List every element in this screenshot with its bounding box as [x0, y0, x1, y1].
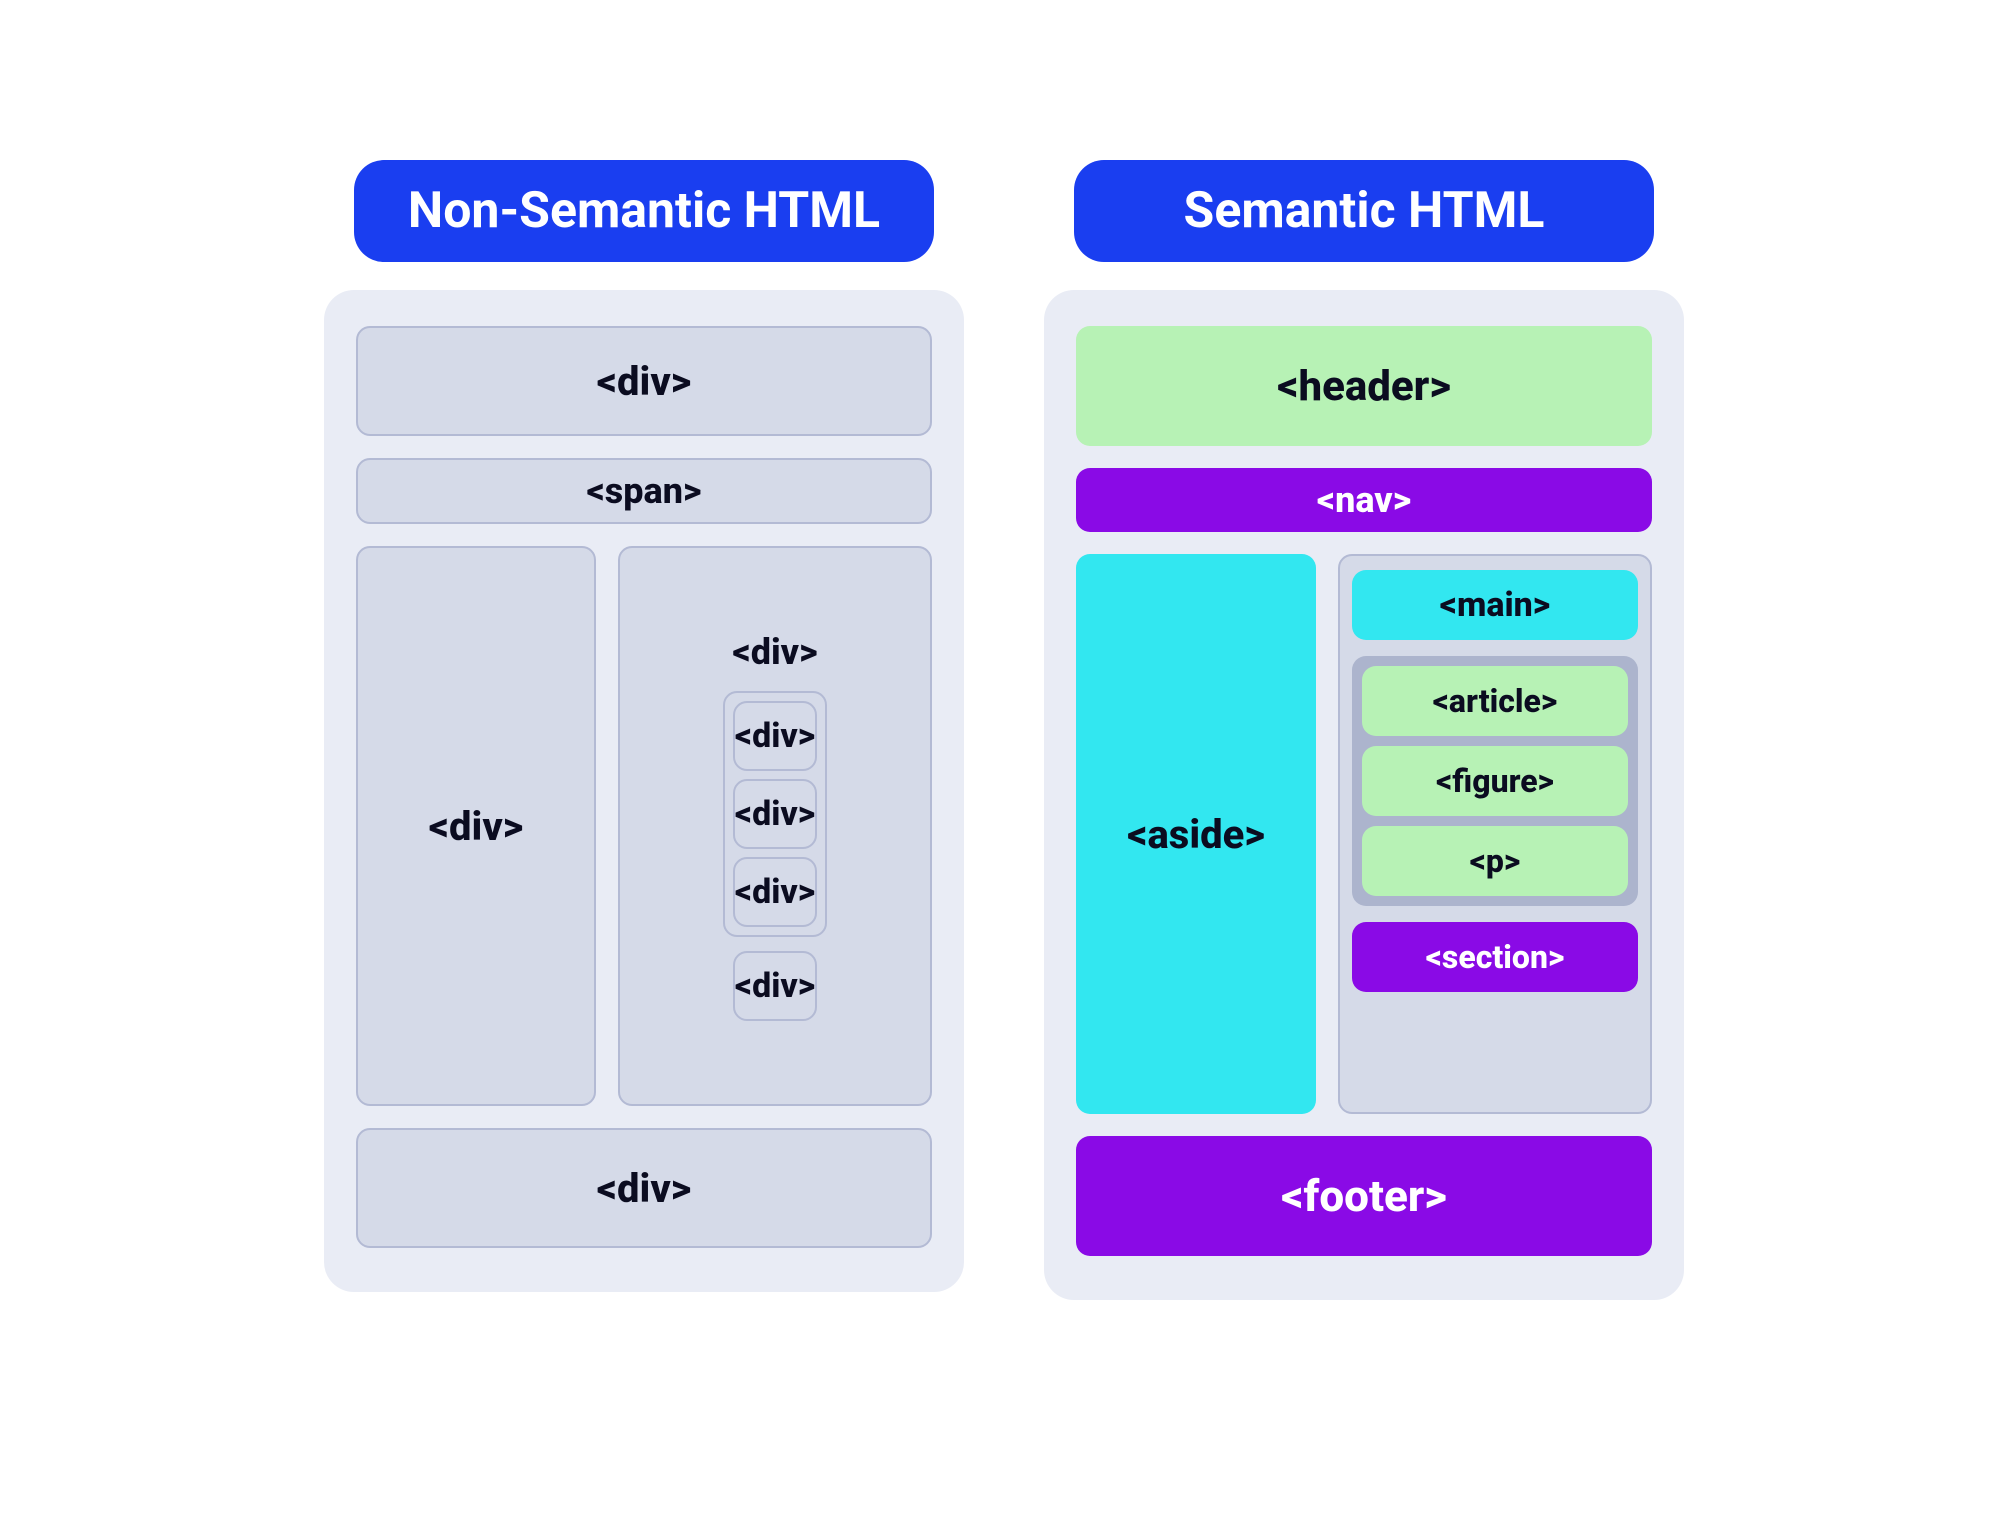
ns-inner-div-3: <div>: [733, 857, 818, 927]
semantic-title: Semantic HTML: [1074, 160, 1654, 262]
ns-span-box: <span>: [356, 458, 932, 524]
non-semantic-panel: <div> <span> <div> <div> <div> <div> <di…: [324, 290, 964, 1292]
s-article-box: <article>: [1362, 666, 1628, 736]
s-article-group: <article> <figure> <p>: [1352, 656, 1638, 906]
s-section-box: <section>: [1352, 922, 1638, 992]
ns-after-group-div: <div>: [733, 951, 818, 1021]
s-right-container: <main> <article> <figure> <p> <section>: [1338, 554, 1652, 1114]
s-aside-box: <aside>: [1076, 554, 1316, 1114]
ns-right-title: <div>: [732, 631, 817, 673]
s-header-box: <header>: [1076, 326, 1652, 446]
semantic-column: Semantic HTML <header> <nav> <aside> <ma…: [1044, 160, 1684, 1300]
ns-inner-div-2: <div>: [733, 779, 818, 849]
ns-aside-div: <div>: [356, 546, 596, 1106]
s-p-box: <p>: [1362, 826, 1628, 896]
s-mid-row: <aside> <main> <article> <figure> <p> <s…: [1076, 554, 1652, 1114]
s-nav-box: <nav>: [1076, 468, 1652, 532]
s-footer-box: <footer>: [1076, 1136, 1652, 1256]
ns-footer-div: <div>: [356, 1128, 932, 1248]
ns-right-container: <div> <div> <div> <div> <div>: [618, 546, 932, 1106]
ns-inner-div-1: <div>: [733, 701, 818, 771]
s-main-box: <main>: [1352, 570, 1638, 640]
ns-inner-group: <div> <div> <div>: [723, 691, 828, 937]
s-figure-box: <figure>: [1362, 746, 1628, 816]
non-semantic-column: Non-Semantic HTML <div> <span> <div> <di…: [324, 160, 964, 1292]
semantic-panel: <header> <nav> <aside> <main> <article> …: [1044, 290, 1684, 1300]
ns-header-div: <div>: [356, 326, 932, 436]
ns-mid-row: <div> <div> <div> <div> <div> <div>: [356, 546, 932, 1106]
non-semantic-title: Non-Semantic HTML: [354, 160, 934, 262]
